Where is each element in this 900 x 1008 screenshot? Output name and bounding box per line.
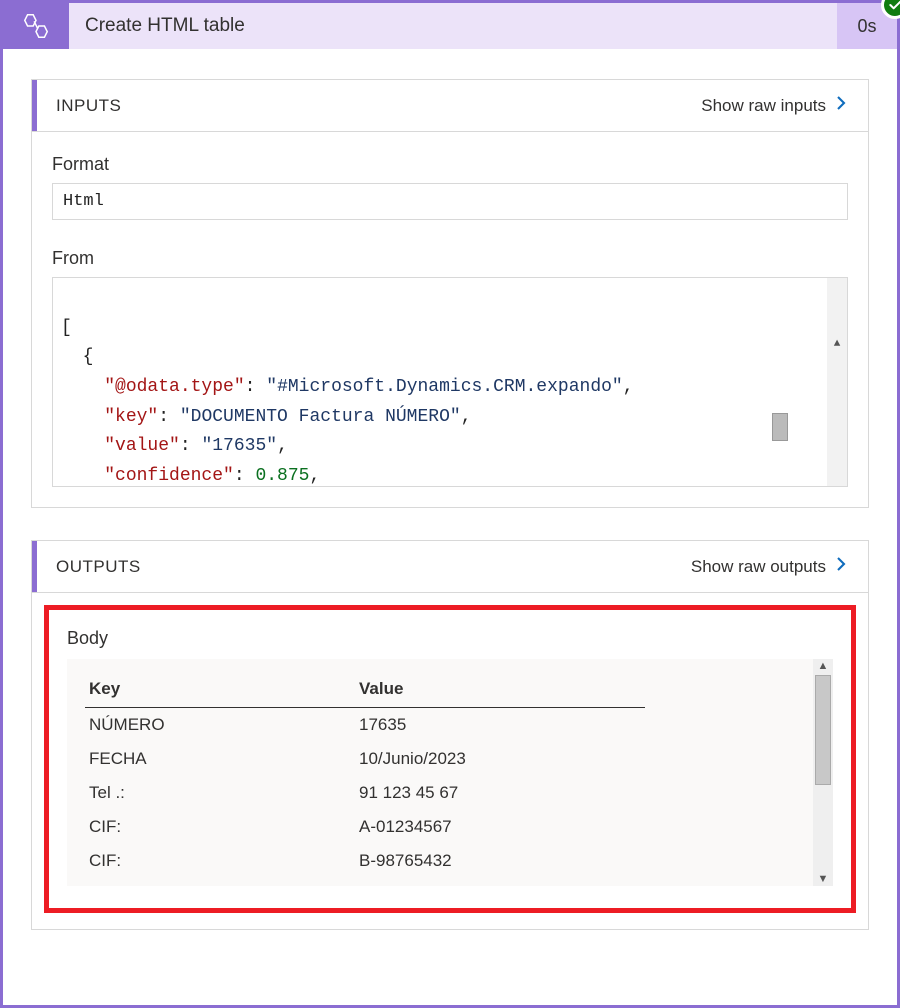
output-scrollbar[interactable]: ▲ ▼ — [813, 659, 833, 886]
code-line: "key": "DOCUMENTO Factura NÚMERO", — [61, 407, 472, 427]
format-label: Format — [52, 154, 848, 175]
code-scrollbar[interactable]: ▲ ▼ — [827, 278, 847, 486]
code-line: [ — [61, 318, 72, 338]
cell-key: CIF: — [85, 810, 355, 844]
table-row: CIF:A-01234567 — [85, 810, 645, 844]
from-label: From — [52, 248, 848, 269]
outputs-title: OUTPUTS — [50, 557, 691, 577]
checkmark-icon — [887, 0, 900, 13]
chevron-right-icon — [832, 94, 850, 117]
data-operation-icon — [21, 11, 51, 41]
scroll-up-icon[interactable]: ▲ — [815, 659, 831, 673]
scroll-thumb[interactable] — [815, 675, 831, 785]
scroll-down-icon[interactable]: ▼ — [813, 872, 833, 886]
chevron-right-icon — [832, 555, 850, 578]
action-header: Create HTML table 0s — [3, 3, 897, 49]
scroll-up-icon[interactable]: ▲ — [772, 337, 848, 351]
format-value: Html — [52, 183, 848, 220]
scroll-thumb[interactable] — [772, 413, 788, 441]
col-value: Value — [355, 671, 645, 708]
code-line: "@odata.type": "#Microsoft.Dynamics.CRM.… — [61, 377, 634, 397]
output-table: Key Value NÚMERO17635FECHA10/Junio/2023T… — [85, 671, 645, 878]
show-raw-inputs-link[interactable]: Show raw inputs — [701, 94, 850, 117]
code-line: "value": "17635", — [61, 436, 288, 456]
cell-value: 17635 — [355, 708, 645, 743]
cell-value: B-98765432 — [355, 844, 645, 878]
show-raw-outputs-link[interactable]: Show raw outputs — [691, 555, 850, 578]
inputs-title: INPUTS — [50, 96, 701, 116]
table-row: NÚMERO17635 — [85, 708, 645, 743]
cell-value: A-01234567 — [355, 810, 645, 844]
col-key: Key — [85, 671, 355, 708]
cell-value: 10/Junio/2023 — [355, 742, 645, 776]
output-body-pane: Key Value NÚMERO17635FECHA10/Junio/2023T… — [67, 659, 833, 886]
inputs-card: INPUTS Show raw inputs Format Html From … — [31, 79, 869, 508]
cell-value: 91 123 45 67 — [355, 776, 645, 810]
cell-key: Tel .: — [85, 776, 355, 810]
body-label: Body — [67, 628, 833, 649]
outputs-card-header: OUTPUTS Show raw outputs — [32, 541, 868, 593]
code-line: "confidence": 0.875, — [61, 466, 320, 486]
show-raw-outputs-label: Show raw outputs — [691, 557, 826, 577]
inputs-card-header: INPUTS Show raw inputs — [32, 80, 868, 132]
action-title: Create HTML table — [69, 3, 837, 49]
cell-key: FECHA — [85, 742, 355, 776]
highlighted-output: Body Key Value NÚMERO17635FECHA10/Junio/… — [44, 605, 856, 913]
action-icon-box — [3, 3, 69, 49]
table-row: CIF:B-98765432 — [85, 844, 645, 878]
cell-key: NÚMERO — [85, 708, 355, 743]
table-row: FECHA10/Junio/2023 — [85, 742, 645, 776]
cell-key: CIF: — [85, 844, 355, 878]
outputs-card: OUTPUTS Show raw outputs Body Key Value — [31, 540, 869, 930]
code-line: { — [61, 347, 93, 367]
show-raw-inputs-label: Show raw inputs — [701, 96, 826, 116]
from-json-box: [ { "@odata.type": "#Microsoft.Dynamics.… — [52, 277, 848, 487]
table-row: Tel .:91 123 45 67 — [85, 776, 645, 810]
